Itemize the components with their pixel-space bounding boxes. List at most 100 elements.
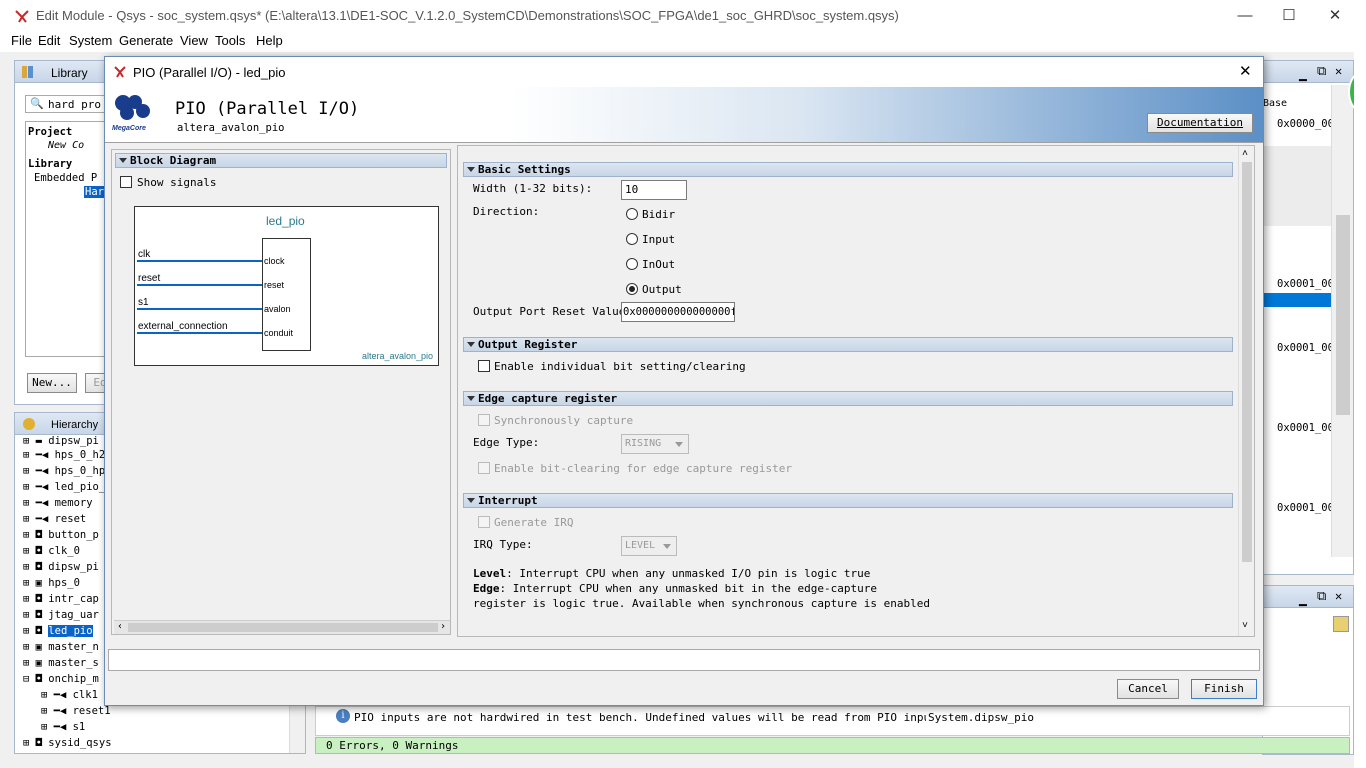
hierarchy-item[interactable]: ⊞ ━◀ hps_0_hp [23,465,105,477]
pane-close-icon[interactable]: ✕ [1335,64,1342,78]
pane-minimize-icon[interactable]: ▁ [1299,67,1307,82]
new-component-item[interactable]: New Co [48,140,84,151]
settings-panel: Basic Settings Width (1-32 bits): 10 Dir… [457,145,1255,637]
output-register-section[interactable]: Output Register [463,337,1233,352]
hard-item[interactable]: Har [84,186,105,198]
hierarchy-item[interactable]: ⊞ ▣ master_n [23,641,99,653]
hierarchy-item[interactable]: ⊞ ━◀ reset1 [41,705,111,717]
pane-float-icon[interactable]: ⧉ [1317,589,1326,604]
hierarchy-title: Hierarchy [51,419,99,431]
hierarchy-item-label: button_p [48,529,99,541]
close-button[interactable]: ✕ [1312,4,1358,28]
hierarchy-item-label: hps_0_hp [54,465,106,477]
reset-value-input[interactable]: 0x000000000000000f [621,302,735,322]
hierarchy-item-label: master_s [48,657,99,669]
block-diagram-hscrollbar[interactable]: ‹ › [114,620,450,634]
scrollbar-thumb[interactable] [1336,215,1350,415]
address-value: 0x0001_00 [1277,278,1334,290]
hierarchy-item[interactable]: ⊞ ━◀ hps_0_h2 [23,449,105,461]
hierarchy-item[interactable]: ⊞ ◘ dipsw_pi [23,561,99,573]
edge-description: Edge: Interrupt CPU when any unmasked bi… [473,582,877,595]
address-row-selected[interactable] [1263,293,1331,307]
width-input[interactable]: 10 [621,180,687,200]
sync-capture-checkbox[interactable] [478,414,490,426]
bit-setting-checkbox[interactable] [478,360,490,372]
port-label: conduit [264,328,294,338]
settings-scrollbar[interactable]: ˄ ˅ [1238,146,1254,636]
pane-close-icon[interactable]: ✕ [1335,589,1342,603]
bit-clearing-checkbox[interactable] [478,462,490,474]
maximize-button[interactable]: ☐ [1266,4,1312,28]
menu-system[interactable]: System [69,33,112,48]
hierarchy-item[interactable]: ⊞ ◘ jtag_uar [23,609,99,621]
address-scrollbar[interactable] [1331,85,1353,557]
hierarchy-item[interactable]: ⊞ ◘ clk_0 [23,545,80,557]
scrollbar-thumb[interactable] [1242,162,1252,562]
scrollbar-thumb[interactable] [128,623,438,632]
hierarchy-item[interactable]: ⊞ ━◀ reset [23,513,86,525]
address-row-bg [1263,146,1331,226]
minimize-button[interactable]: — [1222,4,1268,28]
cancel-button[interactable]: Cancel [1117,679,1179,699]
finish-button[interactable]: Finish [1191,679,1257,699]
dialog-titlebar: PIO (Parallel I/O) - led_pio ✕ [105,57,1263,87]
port-label: reset [264,280,285,290]
hierarchy-item-label: jtag_uar [48,609,99,621]
signal-line [137,308,262,310]
show-signals-label: Show signals [137,176,217,189]
window-titlebar: Edit Module - Qsys - soc_system.qsys* (E… [0,0,1366,32]
info-icon: i [336,709,350,723]
hierarchy-item-label: hps_0_h2 [54,449,106,461]
hierarchy-item[interactable]: ⊞ ▬ dipsw_pi [23,435,99,447]
hierarchy-item[interactable]: ⊞ ━◀ led_pio_ [23,481,105,493]
hierarchy-item[interactable]: ⊞ ◘ sysid_qsys [23,737,112,749]
menu-edit[interactable]: Edit [38,33,60,48]
hierarchy-item[interactable]: ⊞ ━◀ s1 [41,721,85,733]
menu-view[interactable]: View [180,33,208,48]
menu-tools[interactable]: Tools [215,33,245,48]
hierarchy-item[interactable]: ⊞ ▣ master_s [23,657,99,669]
menu-file[interactable]: File [11,33,32,48]
direction-output-radio[interactable] [626,283,638,295]
direction-input-radio[interactable] [626,233,638,245]
filter-icon[interactable] [1333,616,1349,632]
direction-label: Direction: [473,205,540,218]
hierarchy-item[interactable]: ⊞ ━◀ clk1 [41,689,98,701]
menu-generate[interactable]: Generate [119,33,173,48]
block-diagram-footer: altera_avalon_pio [362,351,434,361]
hierarchy-item[interactable]: ⊞ ▣ hps_0 [23,577,80,589]
section-title: Output Register [478,338,578,351]
dialog-close-button[interactable]: ✕ [1239,62,1252,80]
level-description: Level: Interrupt CPU when any unmasked I… [473,567,870,580]
hierarchy-item-selected[interactable]: ⊞ ◘ led_pio [23,625,93,637]
show-signals-checkbox[interactable] [120,176,132,188]
library-search-input[interactable]: 🔍 hard pro [25,95,107,113]
embedded-item[interactable]: Embedded P [34,172,97,184]
scroll-up-icon[interactable]: ˄ [1242,148,1248,160]
block-diagram-section[interactable]: Block Diagram [115,153,447,168]
hierarchy-item[interactable]: ⊞ ◘ intr_cap [23,593,99,605]
hierarchy-item-label: intr_cap [48,593,99,605]
base-column-header: Base [1263,98,1288,109]
edge-type-select[interactable]: RISING [621,434,689,454]
basic-settings-section[interactable]: Basic Settings [463,162,1233,177]
direction-bidir-label: Bidir [642,208,676,221]
edge-capture-section[interactable]: Edge capture register [463,391,1233,406]
new-button[interactable]: New... [27,373,77,393]
documentation-button[interactable]: Documentation [1147,113,1253,133]
project-label: Project [28,126,73,138]
interrupt-section[interactable]: Interrupt [463,493,1233,508]
pane-minimize-icon[interactable]: ▁ [1299,592,1307,607]
scroll-down-icon[interactable]: ˅ [1242,620,1248,632]
hierarchy-item[interactable]: ⊟ ◘ onchip_m [23,673,99,685]
menu-help[interactable]: Help [256,33,283,48]
pane-float-icon[interactable]: ⧉ [1317,64,1326,79]
scroll-left-icon[interactable]: ‹ [117,621,123,632]
direction-inout-radio[interactable] [626,258,638,270]
hierarchy-item[interactable]: ⊞ ◘ button_p [23,529,99,541]
direction-bidir-radio[interactable] [626,208,638,220]
generate-irq-checkbox[interactable] [478,516,490,528]
irq-type-select[interactable]: LEVEL [621,536,677,556]
scroll-right-icon[interactable]: › [440,621,446,632]
hierarchy-item[interactable]: ⊞ ━◀ memory [23,497,93,509]
